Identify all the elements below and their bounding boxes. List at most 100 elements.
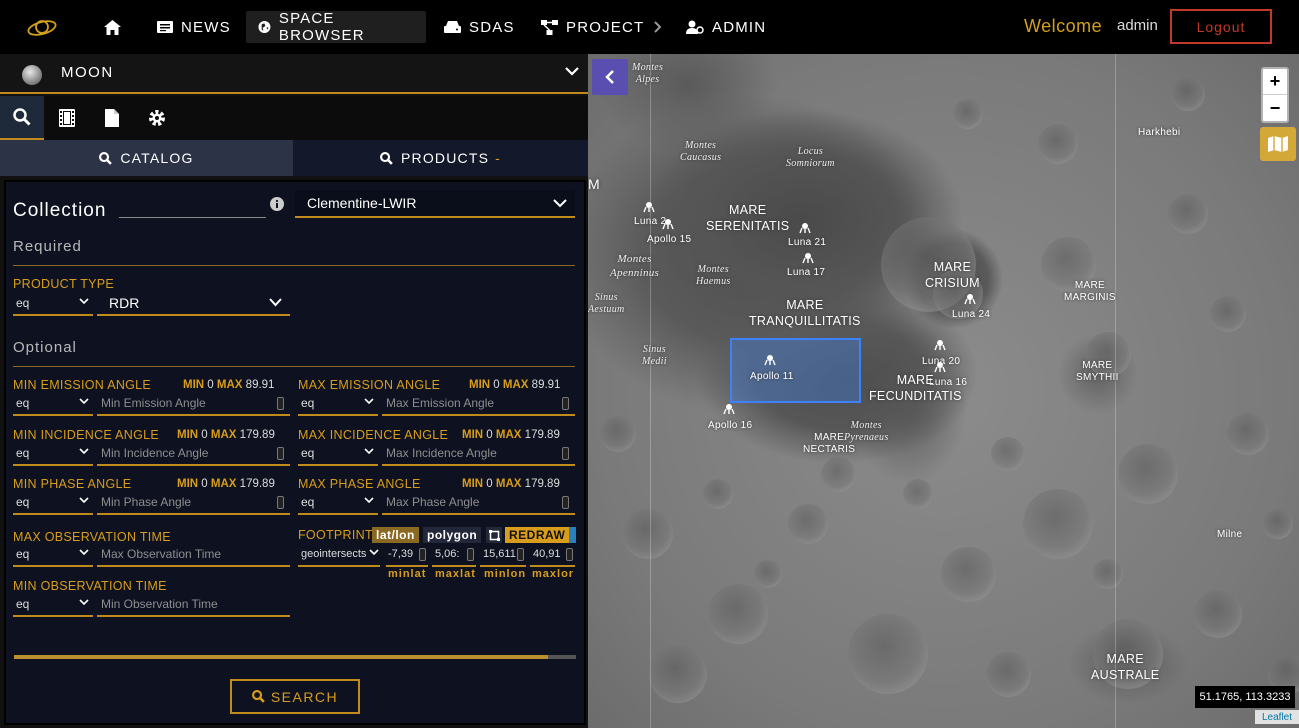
- home-icon: [104, 19, 121, 35]
- redraw-button[interactable]: REDRAW: [505, 527, 570, 543]
- range-min: 0: [201, 478, 208, 490]
- min-incidence-operator[interactable]: eq: [13, 442, 93, 466]
- nav-admin[interactable]: ADMIN: [674, 11, 778, 43]
- max-obs-time-input[interactable]: Max Observation Time: [97, 543, 290, 567]
- spinner-icon[interactable]: [517, 548, 524, 561]
- max-phase-input[interactable]: Max Phase Angle: [382, 491, 575, 515]
- max-phase-operator[interactable]: eq: [298, 491, 378, 515]
- min-obs-time-operator[interactable]: eq: [13, 593, 93, 617]
- lander-icon[interactable]: [964, 293, 976, 305]
- lander-icon[interactable]: [643, 201, 655, 213]
- lander-icon[interactable]: [799, 222, 811, 234]
- spinner-icon[interactable]: [277, 496, 284, 509]
- database-icon: [444, 21, 461, 33]
- lander-icon[interactable]: [662, 218, 674, 230]
- footprint-operator[interactable]: geointersects: [298, 543, 380, 567]
- chevron-down-icon: [269, 298, 282, 307]
- chevron-down-icon: [79, 398, 89, 405]
- lander-icon[interactable]: [934, 339, 946, 351]
- max-incidence-operator[interactable]: eq: [298, 442, 378, 466]
- collapse-panel-button[interactable]: [592, 59, 628, 95]
- logo-icon[interactable]: [26, 14, 58, 40]
- logout-button[interactable]: Logout: [1170, 9, 1272, 44]
- latlon-toggle[interactable]: lat/lon: [372, 527, 419, 543]
- label-apollo-15: Apollo 15: [647, 234, 692, 245]
- draw-rectangle-button[interactable]: [486, 527, 502, 543]
- spinner-icon[interactable]: [562, 397, 569, 410]
- min-emission-input[interactable]: Min Emission Angle: [97, 392, 290, 416]
- nav-project[interactable]: PROJECT: [529, 11, 682, 43]
- tab-products[interactable]: PRODUCTS -: [293, 140, 588, 176]
- nav-space-browser[interactable]: SPACE BROWSER: [246, 10, 426, 44]
- crater: [940, 546, 996, 602]
- tab-catalog[interactable]: CATALOG: [0, 140, 293, 176]
- min-word: MIN: [462, 478, 484, 490]
- spinner-icon[interactable]: [467, 548, 474, 561]
- grid-line: [650, 54, 651, 728]
- collection-select[interactable]: Clementine-LWIR: [295, 190, 575, 218]
- nav-news[interactable]: NEWS: [145, 11, 243, 43]
- layers-button[interactable]: [1260, 127, 1296, 161]
- min-phase-operator[interactable]: eq: [13, 491, 93, 515]
- operator-value: eq: [16, 396, 30, 410]
- polygon-toggle[interactable]: polygon: [423, 527, 482, 543]
- minlat-label: minlat: [388, 568, 427, 580]
- spinner-icon[interactable]: [566, 548, 573, 561]
- moon-map[interactable]: Montes Alpes Montes Caucasus Locus Somni…: [588, 54, 1299, 728]
- spinner-icon[interactable]: [419, 548, 426, 561]
- tool-settings[interactable]: [135, 96, 179, 140]
- minlon-input[interactable]: 15,611: [480, 543, 526, 567]
- range-max: 179.89: [239, 429, 275, 441]
- input-value: 40,91: [533, 548, 561, 560]
- tool-search[interactable]: [0, 96, 44, 140]
- max-word: MAX: [495, 429, 522, 441]
- footprint-extra-button[interactable]: [569, 527, 576, 543]
- search-button[interactable]: SEARCH: [230, 679, 360, 714]
- target-body-select[interactable]: MOON: [0, 54, 588, 94]
- max-obs-time-operator[interactable]: eq: [13, 543, 93, 567]
- min-phase-input[interactable]: Min Phase Angle: [97, 491, 290, 515]
- nav-sdas[interactable]: SDAS: [432, 11, 527, 43]
- max-emission-operator[interactable]: eq: [298, 392, 378, 416]
- label-montes-apenninus: Montes Apenninus: [610, 253, 660, 279]
- label-apollo-16: Apollo 16: [708, 420, 753, 431]
- maxlon-input[interactable]: 40,91: [530, 543, 575, 567]
- crater: [1263, 509, 1293, 539]
- min-incidence-input[interactable]: Min Incidence Angle: [97, 442, 290, 466]
- newspaper-icon: [157, 21, 173, 33]
- leaflet-attribution-link[interactable]: Leaflet: [1255, 710, 1299, 724]
- min-emission-operator[interactable]: eq: [13, 392, 93, 416]
- tool-document[interactable]: [90, 96, 134, 140]
- maxlat-input[interactable]: 5,06:: [432, 543, 476, 567]
- info-icon[interactable]: [270, 197, 284, 211]
- max-word: MAX: [216, 379, 243, 391]
- label-mare-serenitatis: MARE SERENITATIS: [706, 203, 790, 233]
- crater: [703, 479, 733, 509]
- min-obs-time-input[interactable]: Min Observation Time: [97, 593, 290, 617]
- max-incidence-input[interactable]: Max Incidence Angle: [382, 442, 575, 466]
- lander-icon[interactable]: [934, 361, 946, 373]
- crater: [623, 509, 673, 559]
- lander-icon[interactable]: [802, 252, 814, 264]
- tool-filmstrip[interactable]: [45, 96, 89, 140]
- search-footprint-rectangle[interactable]: Apollo 11: [730, 338, 861, 403]
- minlat-input[interactable]: -7,39: [386, 543, 428, 567]
- maxlon-label: maxlor: [532, 568, 575, 580]
- lander-icon[interactable]: [723, 403, 735, 415]
- spinner-icon[interactable]: [562, 447, 569, 460]
- required-heading: Required: [13, 238, 82, 255]
- spinner-icon[interactable]: [277, 397, 284, 410]
- spinner-icon[interactable]: [562, 496, 569, 509]
- min-emission-label: MIN EMISSION ANGLE: [13, 378, 152, 392]
- max-emission-input[interactable]: Max Emission Angle: [382, 392, 575, 416]
- scroll-progress-bar[interactable]: [14, 655, 576, 659]
- lander-icon[interactable]: [764, 354, 776, 366]
- zoom-in-button[interactable]: +: [1263, 69, 1287, 95]
- spinner-icon[interactable]: [277, 447, 284, 460]
- product-type-select[interactable]: RDR: [97, 292, 290, 316]
- zoom-out-button[interactable]: −: [1263, 95, 1287, 121]
- search-icon: [379, 151, 393, 165]
- product-type-operator[interactable]: eq: [13, 292, 93, 316]
- maxlat-label: maxlat: [435, 568, 476, 580]
- nav-home[interactable]: [92, 11, 141, 43]
